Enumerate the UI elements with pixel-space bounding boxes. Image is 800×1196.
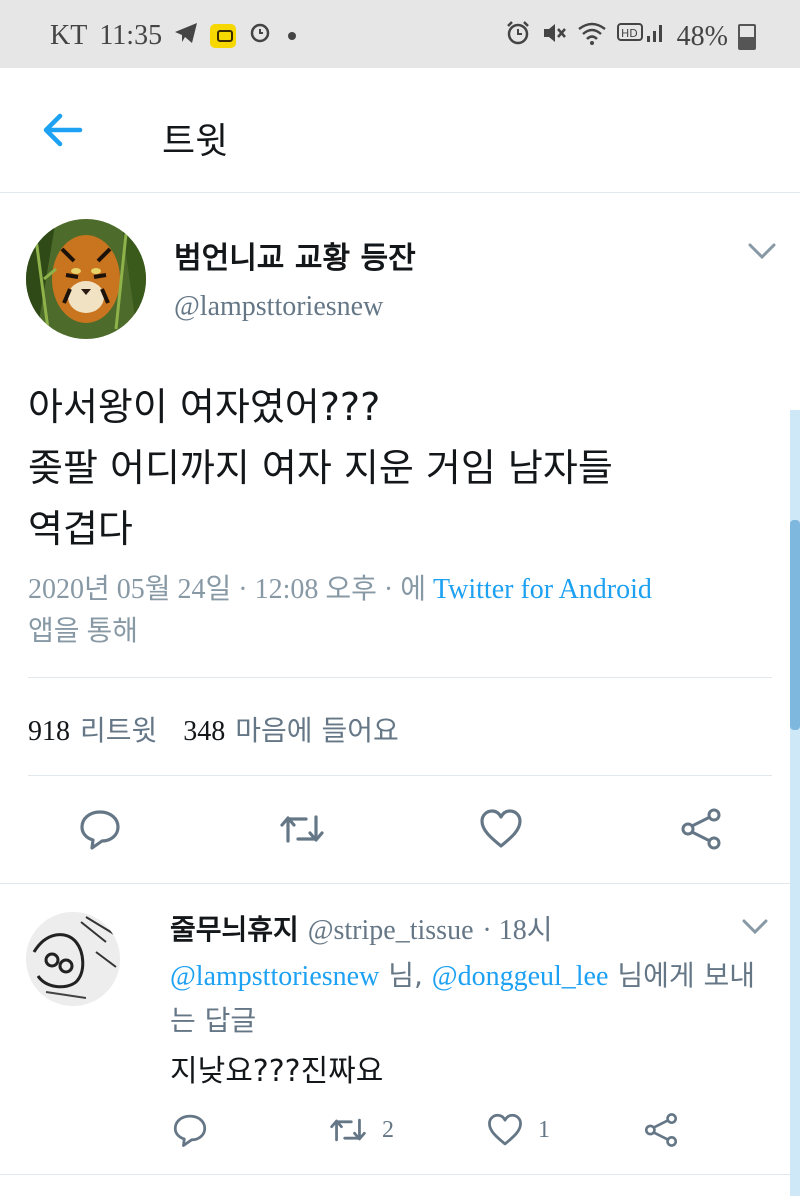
retweet-count[interactable]: 918 [28,716,70,747]
tweet-source-link[interactable]: Twitter for Android [433,574,652,605]
tweet-text-line-2: 좆팔 어디까지 여자 지운 거임 남자들 [28,446,613,490]
tweet-text-line-1: 아서왕이 여자였어??? [28,385,381,429]
like-count-label[interactable]: 마음에 들어요 [235,714,398,747]
clock: 11:35 [99,20,163,51]
alarm-clock-icon [505,20,531,54]
mute-icon [541,20,567,54]
reply-header: 줄무늬휴지 @stripe_tissue · 18시 [170,908,553,948]
reply-icon [80,810,120,850]
reply-timestamp: · 18시 [482,915,553,946]
reply-text: 지낮요???진짜요 [170,1054,384,1089]
carrier-label: KT [50,20,88,51]
app-header: 트윗 [0,68,800,193]
tweet-text: 아서왕이 여자였어??? 좆팔 어디까지 여자 지운 거임 남자들 역겹다 [28,377,768,560]
divider [0,1174,800,1175]
retweet-icon [330,1118,366,1142]
mention-link[interactable]: @donggeul_lee [432,961,609,992]
replying-to: @lampsttoriesnew 님, @donggeul_lee 님에게 보내… [170,954,770,1043]
kakao-notification-icon [210,24,237,48]
mention-link[interactable]: @lampsttoriesnew [170,961,379,992]
heart-icon [480,809,522,848]
scrollbar-thumb[interactable] [790,520,800,730]
like-count[interactable]: 348 [183,716,225,747]
svg-text:HD: HD [621,27,638,40]
telegram-icon [174,20,198,52]
tweet-timestamp: 2020년 05월 24일 · 12:08 오후 · 에 [28,574,426,605]
reply-retweet-count: 2 [382,1116,394,1143]
retweet-button[interactable] [278,807,324,851]
divider [0,883,800,884]
sketch-avatar-image [26,912,120,1006]
tweet-text-line-3: 역겹다 [28,507,133,551]
reply-like-button[interactable]: 1 [486,1112,550,1148]
tweet-stats: 918 리트윗 348 마음에 들어요 [28,709,425,749]
chevron-down-icon [748,243,776,260]
back-button[interactable] [38,108,88,152]
reply-like-count: 1 [538,1116,550,1143]
chevron-down-icon [742,919,768,935]
tweet-meta: 2020년 05월 24일 · 12:08 오후 · 에 Twitter for… [28,569,768,653]
battery-icon [738,24,756,50]
retweet-icon [280,815,324,843]
retweet-count-label[interactable]: 리트윗 [80,714,157,747]
reply-author-handle[interactable]: @stripe_tissue [308,915,474,946]
page-title: 트윗 [162,121,229,162]
share-icon [681,808,721,850]
tweet-via: 앱을 통해 [28,616,139,647]
hd-signal-icon: HD [616,20,667,54]
status-bar: KT 11:35 HD 48% [0,0,800,68]
back-arrow-icon [43,113,83,147]
more-notifications-dot-icon [284,20,300,52]
share-icon [644,1113,678,1147]
divider [28,677,772,678]
share-button[interactable] [678,807,722,851]
mention-separator: 님, [379,959,432,992]
avatar[interactable] [26,219,146,339]
tiger-avatar-image [26,219,146,339]
reply-reply-button[interactable] [172,1112,208,1148]
avatar[interactable] [26,912,120,1006]
heart-icon [488,1113,522,1146]
author-display-name[interactable]: 범언니교 교황 등잔 [174,233,416,277]
reply-menu-button[interactable] [738,916,772,938]
alarm-icon [248,20,272,52]
reply-icon [173,1114,207,1147]
reply-retweet-button[interactable]: 2 [328,1112,394,1148]
reply-button[interactable] [78,807,122,851]
like-button[interactable] [478,807,522,851]
reply-author-name[interactable]: 줄무늬휴지 [170,913,299,946]
author-handle[interactable]: @lampsttoriesnew [174,291,383,323]
divider [28,775,772,776]
reply-share-button[interactable] [642,1112,680,1148]
tweet-menu-button[interactable] [744,239,780,263]
battery-percent: 48% [676,21,728,52]
wifi-icon [577,21,607,53]
